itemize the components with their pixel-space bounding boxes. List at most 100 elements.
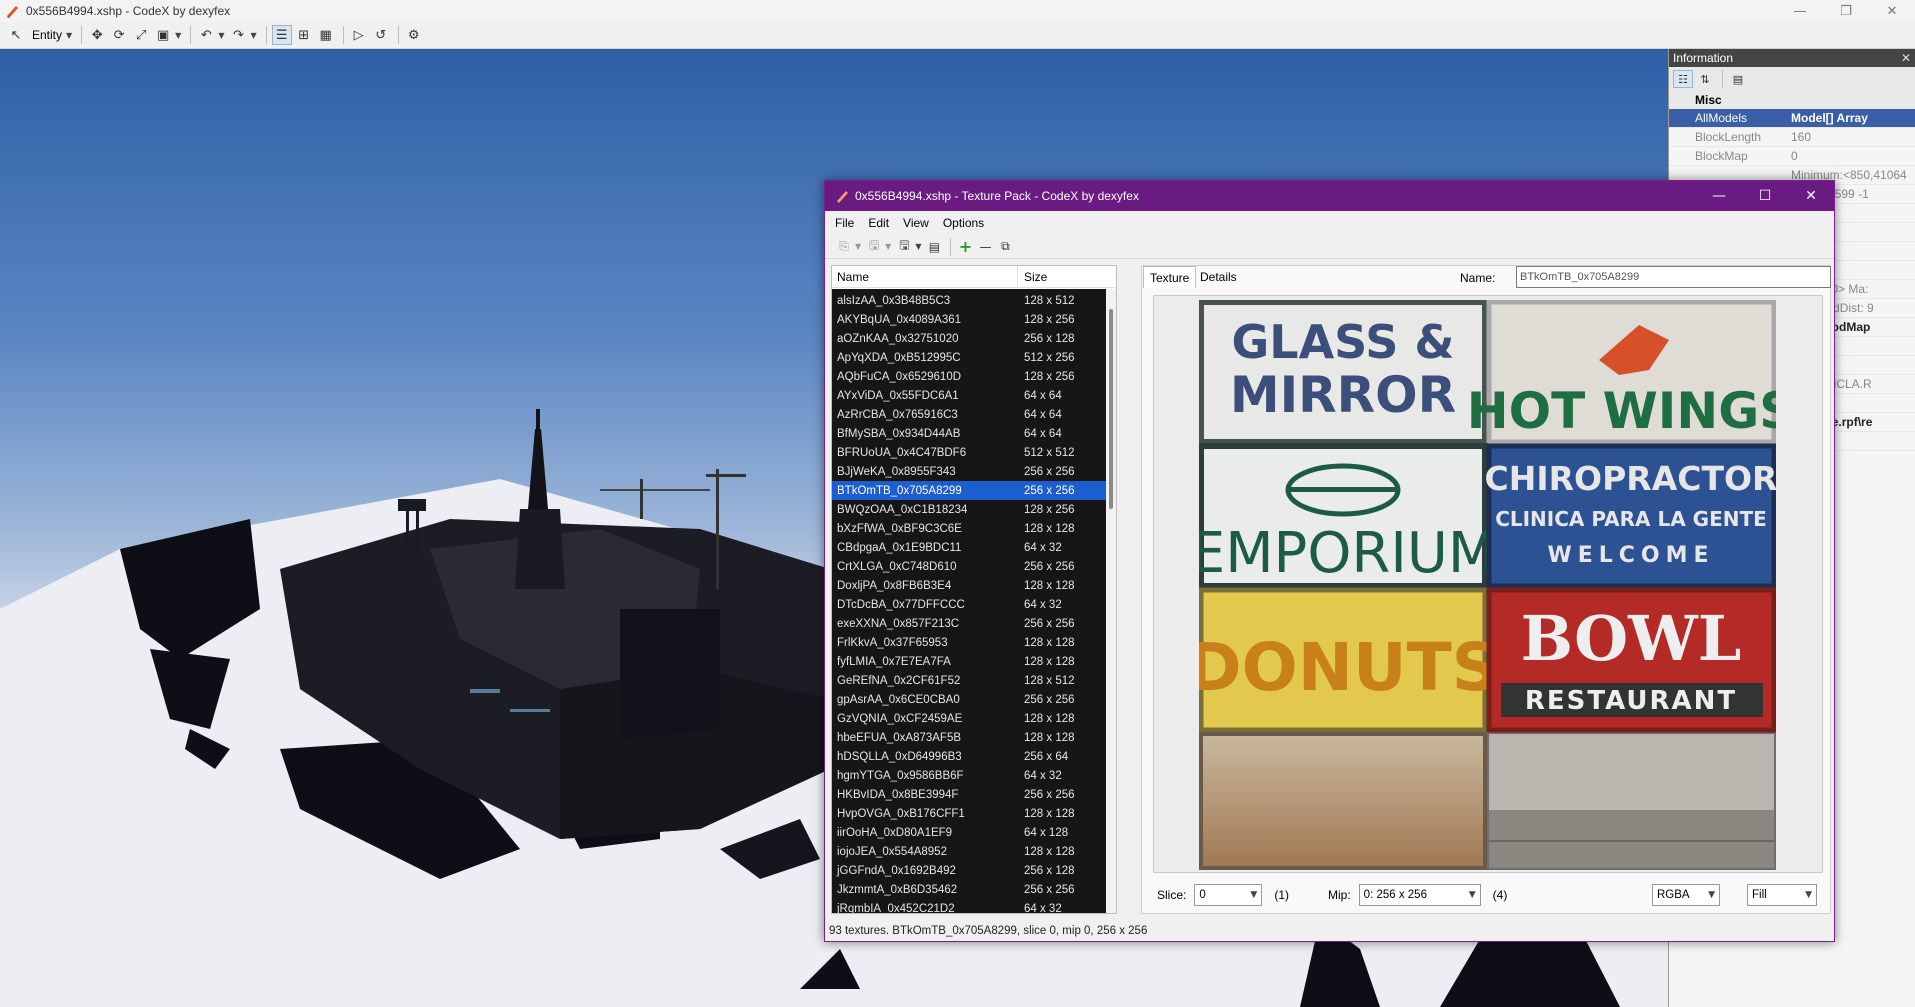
menu-file[interactable]: File	[835, 216, 854, 230]
settings-gear-icon[interactable]: ⚙	[404, 25, 424, 45]
reset-icon[interactable]: ↺	[371, 25, 391, 45]
texture-name-field[interactable]	[1516, 266, 1831, 288]
pointer-icon[interactable]: ↖	[6, 25, 26, 45]
chevron-down-icon[interactable]: ▼	[855, 242, 861, 251]
chevron-down-icon[interactable]: ▼	[218, 31, 224, 40]
texture-list-row[interactable]: hgmYTGA_0x9586BB6F 64 x 32	[832, 766, 1108, 785]
grid-icon[interactable]: ▦	[316, 25, 336, 45]
minimize-button[interactable]: —	[1696, 181, 1742, 211]
fill-mode-dropdown[interactable]: Fill ▼	[1747, 884, 1817, 906]
texture-list-row[interactable]: jGGFndA_0x1692B492 256 x 128	[832, 861, 1108, 880]
texture-image-area[interactable]: GLASS & MIRROR HOT WINGS EMPORIUM CHIROP…	[1153, 295, 1823, 873]
property-category[interactable]: Misc	[1669, 91, 1915, 109]
texture-list[interactable]: Name Size alsIzAA_0x3B48B5C3 128 x 512 AKY…	[831, 265, 1117, 914]
texture-list-row[interactable]: AYxViDA_0x55FDC6A1 64 x 64	[832, 386, 1108, 405]
texture-list-row[interactable]: CrtXLGA_0xC748D610 256 x 256	[832, 557, 1108, 576]
texture-list-row[interactable]: aOZnKAA_0x32751020 256 x 128	[832, 329, 1108, 348]
save-icon[interactable]: 🖫	[895, 238, 913, 256]
redo-icon[interactable]: ↷	[228, 25, 248, 45]
texture-list-row[interactable]: GeREfNA_0x2CF61F52 128 x 512	[832, 671, 1108, 690]
maximize-button[interactable]: ❐	[1823, 0, 1869, 22]
transform-space-icon[interactable]: ▣	[153, 25, 173, 45]
texture-list-row[interactable]: fyfLMIA_0x7E7EA7FA 128 x 128	[832, 652, 1108, 671]
column-header-size[interactable]: Size	[1018, 270, 1047, 284]
play-icon[interactable]: ▷	[349, 25, 369, 45]
world-icon[interactable]: ⊞	[294, 25, 314, 45]
mip-dropdown[interactable]: 0: 256 x 256 ▼	[1358, 884, 1481, 906]
texture-size: 512 x 512	[1024, 446, 1075, 459]
property-row[interactable]: BlockMap 0	[1669, 147, 1915, 166]
vertical-scrollbar[interactable]	[1106, 289, 1116, 913]
texture-window-title-bar[interactable]: 0x556B4994.xshp - Texture Pack - CodeX b…	[825, 181, 1834, 211]
maximize-button[interactable]: ☐	[1742, 181, 1788, 211]
texture-list-row[interactable]: CBdpgaA_0x1E9BDC11 64 x 32	[832, 538, 1108, 557]
texture-list-row[interactable]: iojoJEA_0x554A8952 128 x 128	[832, 842, 1108, 861]
chevron-down-icon[interactable]: ▼	[915, 242, 921, 251]
open-icon[interactable]: ⎘	[835, 238, 853, 256]
tab-texture[interactable]: Texture	[1143, 266, 1197, 288]
save-all-icon[interactable]: 🖫	[865, 238, 883, 256]
texture-list-row[interactable]: GzVQNIA_0xCF2459AE 128 x 128	[832, 709, 1108, 728]
export-icon[interactable]: ▤	[925, 238, 943, 256]
minimize-button[interactable]: —	[1777, 0, 1823, 22]
format-dropdown[interactable]: RGBA ▼	[1652, 884, 1720, 906]
add-texture-icon[interactable]: +	[956, 237, 974, 256]
texture-list-row[interactable]: DoxljPA_0x8FB6B3E4 128 x 128	[832, 576, 1108, 595]
texture-list-row[interactable]: gpAsrAA_0x6CE0CBA0 256 x 256	[832, 690, 1108, 709]
menu-options[interactable]: Options	[943, 216, 984, 230]
close-icon[interactable]: ✕	[1901, 51, 1911, 65]
texture-list-row[interactable]: jRqmbIA_0x452C21D2 64 x 32	[832, 899, 1108, 914]
texture-list-row[interactable]: BTkOmTB_0x705A8299 256 x 256	[832, 481, 1108, 500]
menu-edit[interactable]: Edit	[868, 216, 889, 230]
texture-list-row[interactable]: HKBvIDA_0x8BE3994F 256 x 256	[832, 785, 1108, 804]
property-row[interactable]: AllModels Model[] Array	[1669, 109, 1915, 128]
texture-list-row[interactable]: bXzFfWA_0xBF9C3C6E 128 x 128	[832, 519, 1108, 538]
texture-list-row[interactable]: FrlKkvA_0x37F65953 128 x 128	[832, 633, 1108, 652]
mode-selector[interactable]: Entity	[32, 28, 62, 42]
scrollbar-thumb[interactable]	[1109, 309, 1113, 509]
texture-list-row[interactable]: hDSQLLA_0xD64996B3 256 x 64	[832, 747, 1108, 766]
alphabetical-view-icon[interactable]: ⇅	[1695, 70, 1715, 88]
texture-list-row[interactable]: iirOoHA_0xD80A1EF9 64 x 128	[832, 823, 1108, 842]
toolbar-separator	[342, 26, 344, 44]
texture-list-row[interactable]: exeXXNA_0x857F213C 256 x 256	[832, 614, 1108, 633]
chevron-down-icon[interactable]: ▼	[250, 31, 256, 40]
menu-view[interactable]: View	[903, 216, 929, 230]
property-pages-icon[interactable]: ▤	[1728, 70, 1748, 88]
texture-list-row[interactable]: AQbFuCA_0x6529610D 128 x 256	[832, 367, 1108, 386]
texture-list-row[interactable]: BJjWeKA_0x8955F343 256 x 256	[832, 462, 1108, 481]
categorized-view-icon[interactable]: ☷	[1673, 70, 1693, 88]
sign-text: WELCOME	[1547, 543, 1714, 568]
tab-details[interactable]: Details	[1194, 266, 1243, 288]
chevron-down-icon[interactable]: ▼	[66, 31, 72, 40]
texture-list-row[interactable]: BWQzOAA_0xC1B18234 128 x 256	[832, 500, 1108, 519]
chevron-down-icon[interactable]: ▼	[885, 242, 891, 251]
texture-list-row[interactable]: DTcDcBA_0x77DFFCCC 64 x 32	[832, 595, 1108, 614]
mip-value: 0: 256 x 256	[1363, 889, 1427, 901]
replace-texture-icon[interactable]: ⧉	[996, 238, 1014, 256]
column-header-name[interactable]: Name	[832, 266, 1018, 287]
move-icon[interactable]: ✥	[87, 25, 107, 45]
sign-text: CHIROPRACTOR	[1485, 459, 1776, 498]
close-button[interactable]: ✕	[1869, 0, 1915, 22]
texture-list-row[interactable]: JkzmmtA_0xB6D35462 256 x 256	[832, 880, 1108, 899]
slice-dropdown[interactable]: 0 ▼	[1194, 884, 1263, 906]
texture-list-row[interactable]: ApYqXDA_0xB512995C 512 x 256	[832, 348, 1108, 367]
texture-list-row[interactable]: hbeEFUA_0xA873AF5B 128 x 128	[832, 728, 1108, 747]
texture-list-row[interactable]: AKYBqUA_0x4089A361 128 x 256	[832, 310, 1108, 329]
texture-list-row[interactable]: AzRrCBA_0x765916C3 64 x 64	[832, 405, 1108, 424]
remove-texture-icon[interactable]: —	[976, 238, 994, 256]
texture-list-row[interactable]: BFRUoUA_0x4C47BDF6 512 x 512	[832, 443, 1108, 462]
close-button[interactable]: ✕	[1788, 181, 1834, 211]
property-row[interactable]: BlockLength 160	[1669, 128, 1915, 147]
rotate-icon[interactable]: ⟳	[109, 25, 129, 45]
property-grid-toolbar: ☷ ⇅ ▤	[1669, 67, 1915, 91]
undo-icon[interactable]: ↶	[196, 25, 216, 45]
texture-list-row[interactable]: HvpOVGA_0xB176CFF1 128 x 128	[832, 804, 1108, 823]
scale-icon[interactable]: ⤢	[131, 25, 151, 45]
texture-list-row[interactable]: alsIzAA_0x3B48B5C3 128 x 512	[832, 291, 1108, 310]
chevron-down-icon: ▼	[1708, 890, 1715, 900]
texture-list-row[interactable]: BfMySBA_0x934D44AB 64 x 64	[832, 424, 1108, 443]
info-panel-toggle-icon[interactable]: ☰	[271, 25, 292, 45]
chevron-down-icon[interactable]: ▼	[175, 31, 181, 40]
